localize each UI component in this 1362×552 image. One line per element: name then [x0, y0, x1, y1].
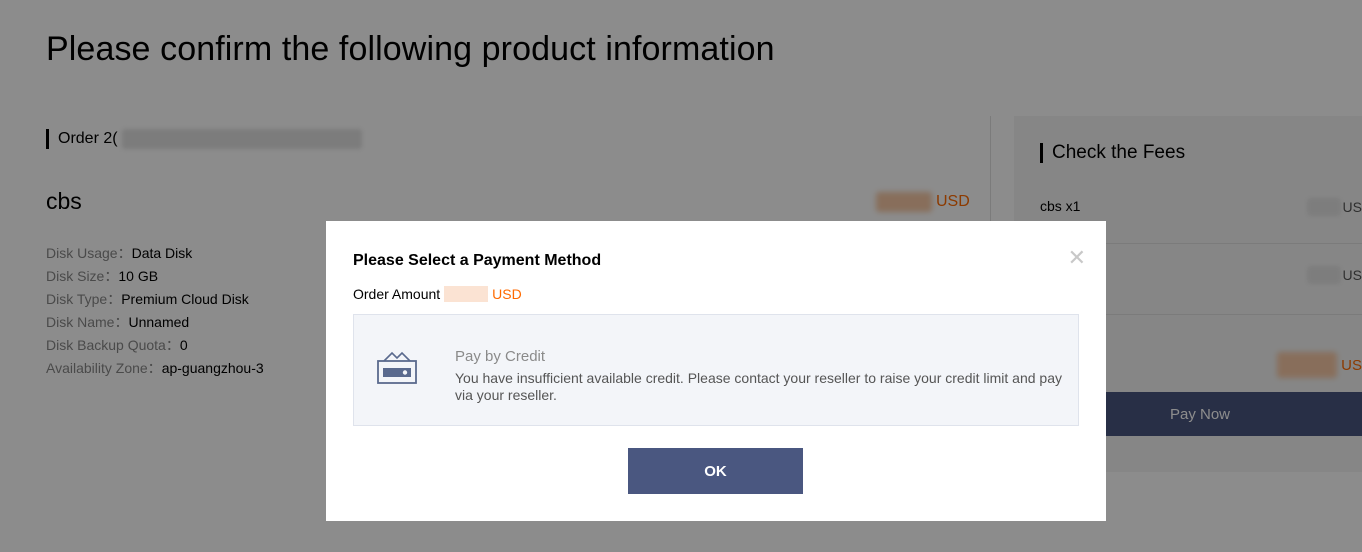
ok-button[interactable]: OK [628, 448, 803, 494]
order-amount: Order Amount USD [353, 286, 522, 302]
order-amount-currency: USD [492, 286, 522, 302]
order-amount-label: Order Amount [353, 286, 441, 302]
wallet-card-icon [375, 347, 419, 387]
payment-method-dialog: Please Select a Payment Method ✕ Order A… [326, 221, 1106, 521]
pay-by-credit-option[interactable]: Pay by Credit You have insufficient avai… [353, 314, 1079, 426]
payment-option-name: Pay by Credit [455, 348, 546, 365]
dialog-title: Please Select a Payment Method [353, 252, 602, 269]
close-icon[interactable]: ✕ [1068, 247, 1086, 269]
payment-option-description: You have insufficient available credit. … [455, 370, 1062, 403]
order-amount-redacted [444, 286, 489, 302]
